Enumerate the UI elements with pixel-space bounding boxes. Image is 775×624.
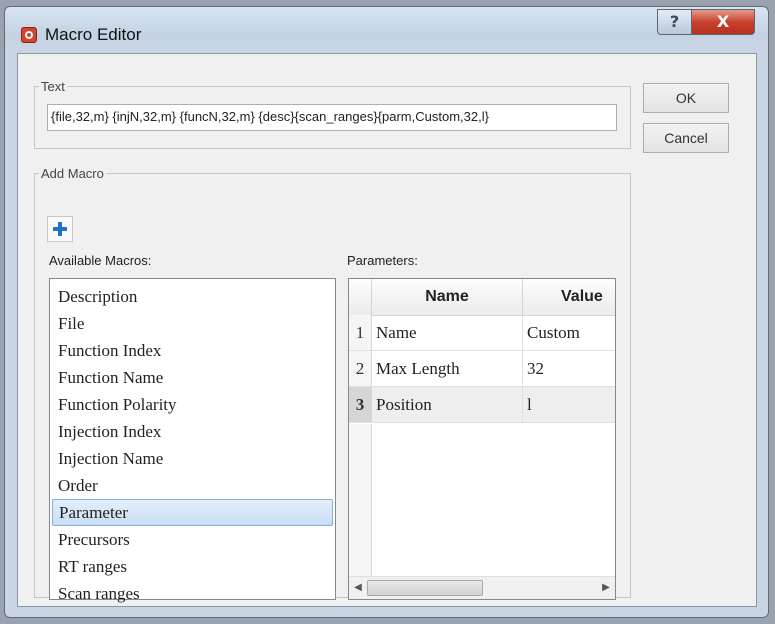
parameters-label: Parameters: [347, 253, 418, 268]
add-macro-button[interactable] [47, 216, 73, 242]
parameter-value-cell[interactable]: Custom [523, 315, 615, 350]
cancel-button[interactable]: Cancel [643, 123, 729, 153]
scroll-thumb[interactable] [367, 580, 483, 596]
macro-list-item[interactable]: Order [52, 472, 333, 499]
parameter-value-cell[interactable]: 32 [523, 351, 615, 386]
scroll-left-icon[interactable]: ◀ [349, 577, 367, 599]
app-icon [21, 27, 37, 43]
macro-list-item[interactable]: Function Polarity [52, 391, 333, 418]
add-macro-legend: Add Macro [41, 166, 104, 181]
parameters-grid[interactable]: Name Value 1 Name Custom 2 Max Length 32 3 Posi… [348, 278, 616, 600]
macro-list-item[interactable]: Scan ranges [52, 580, 333, 607]
macro-editor-window: Macro Editor ? X Text {file,32,m} {injN,… [4, 6, 769, 618]
macro-list-item[interactable]: File [52, 310, 333, 337]
title-bar[interactable]: Macro Editor ? X [5, 7, 768, 53]
macro-list-item[interactable]: Function Index [52, 337, 333, 364]
close-button[interactable]: X [691, 9, 755, 35]
grid-header: Name Value [349, 279, 615, 316]
macro-text-input[interactable]: {file,32,m} {injN,32,m} {funcN,32,m} {de… [47, 104, 617, 131]
close-icon: X [716, 12, 730, 31]
parameter-name-cell[interactable]: Name [372, 315, 523, 350]
row-header-blank [349, 424, 372, 577]
column-header-name[interactable]: Name [372, 279, 523, 315]
parameter-name-cell[interactable]: Max Length [372, 351, 523, 386]
row-number-cell[interactable]: 3 [349, 387, 372, 422]
table-row[interactable]: 2 Max Length 32 [349, 351, 615, 387]
row-number-cell[interactable]: 1 [349, 315, 372, 350]
macro-list-item[interactable]: Function Name [52, 364, 333, 391]
row-number-cell[interactable]: 2 [349, 351, 372, 386]
parameter-name-cell[interactable]: Position [372, 387, 523, 422]
table-row[interactable]: 3 Position l [349, 387, 615, 423]
macro-list-item[interactable]: Description [52, 283, 333, 310]
scroll-track[interactable] [367, 580, 597, 596]
parameter-value-cell[interactable]: l [523, 387, 615, 422]
available-macros-list[interactable]: Description File Function Index Function Na… [49, 278, 336, 603]
scroll-right-icon[interactable]: ▶ [597, 577, 615, 599]
horizontal-scrollbar[interactable]: ◀ ▶ [349, 576, 615, 599]
macro-list-item[interactable]: RT ranges [52, 553, 333, 580]
text-group: Text {file,32,m} {injN,32,m} {funcN,32,m… [34, 79, 631, 149]
available-macros-label: Available Macros: [49, 253, 152, 268]
ok-button[interactable]: OK [643, 83, 729, 113]
add-macro-group: Add Macro Available Macros: Parameters: … [34, 166, 631, 603]
help-icon: ? [669, 12, 680, 31]
grid-corner-cell[interactable] [349, 279, 372, 315]
macro-list-item[interactable]: Parameter [52, 499, 333, 526]
help-button[interactable]: ? [657, 9, 691, 35]
table-row[interactable]: 1 Name Custom [349, 315, 615, 351]
dialog-client-area: Text {file,32,m} {injN,32,m} {funcN,32,m… [17, 53, 757, 607]
macro-list-item[interactable]: Injection Index [52, 418, 333, 445]
column-header-value[interactable]: Value [523, 279, 615, 315]
window-title: Macro Editor [45, 25, 142, 44]
macro-list-item[interactable]: Injection Name [52, 445, 333, 472]
macro-list-item[interactable]: Precursors [52, 526, 333, 553]
text-group-legend: Text [41, 79, 65, 94]
